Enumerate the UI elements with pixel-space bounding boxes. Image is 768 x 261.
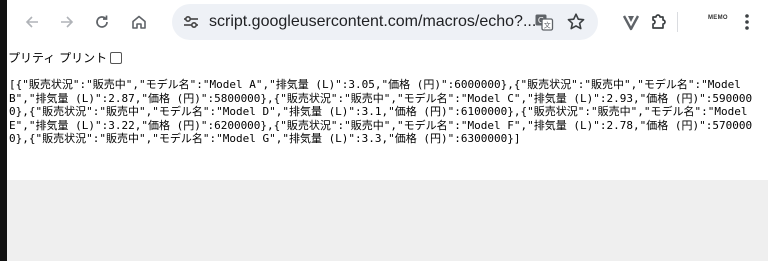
svg-text:文: 文 [544,21,551,30]
home-button[interactable] [126,9,152,35]
star-icon[interactable] [566,12,586,32]
browser-toolbar: script.googleusercontent.com/macros/echo… [7,0,768,44]
page-content: プリティ プリント [{"販売状況":"販売中","モデル名":"Model A… [7,44,768,180]
tune-icon[interactable] [182,13,200,31]
pretty-print-label: プリティ プリント [8,51,108,65]
memo-extension-badge[interactable]: MEMO [708,15,728,21]
kebab-menu-icon[interactable] [744,12,750,32]
url-text[interactable]: script.googleusercontent.com/macros/echo… [209,4,536,40]
window-edge [0,0,7,261]
forward-button[interactable] [54,9,80,35]
toolbar-separator [677,12,678,32]
page-blank-area [7,180,768,261]
back-button[interactable] [19,9,45,35]
vivaldi-v-icon[interactable] [619,10,643,34]
json-response-text: [{"販売状況":"販売中","モデル名":"Model A","排気量 (L)… [9,78,755,145]
arrow-left-icon [25,16,38,28]
reload-icon [96,15,108,28]
pretty-print-checkbox[interactable] [110,51,123,64]
pretty-print-control[interactable]: プリティ プリント [8,49,123,66]
arrow-right-icon [61,16,74,28]
translate-icon[interactable]: G文 [534,12,554,32]
puzzle-icon[interactable] [647,10,671,34]
address-bar[interactable]: script.googleusercontent.com/macros/echo… [172,4,598,40]
reload-button[interactable] [89,9,115,35]
home-icon [132,15,146,29]
